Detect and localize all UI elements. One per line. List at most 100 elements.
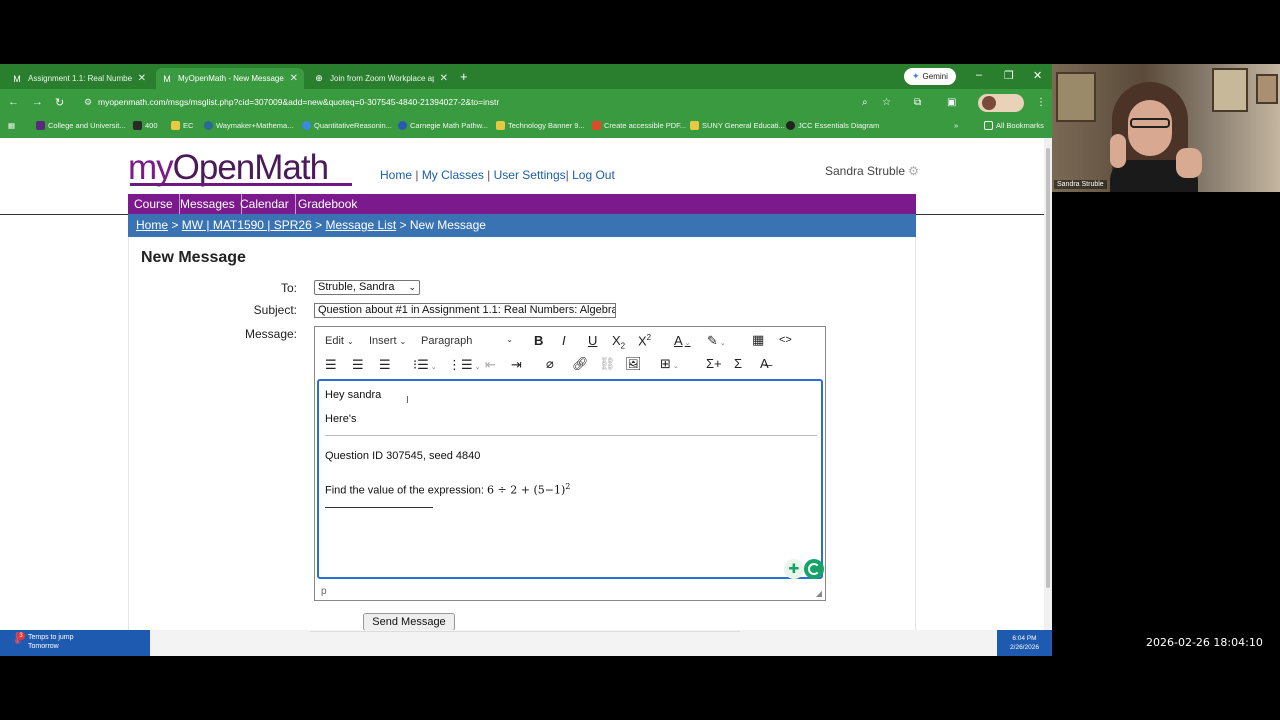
text-cursor-icon: I <box>406 395 409 406</box>
kebab-menu-icon[interactable]: ⋮ <box>1036 97 1046 108</box>
edit-menu[interactable]: Edit ⌄ <box>325 335 354 347</box>
nav-my-classes-link[interactable]: My Classes <box>422 168 484 182</box>
align-center-icon[interactable]: ☰ <box>352 357 364 373</box>
folder-icon <box>171 121 180 130</box>
gemini-button[interactable]: ✦ Gemini <box>904 68 956 85</box>
minimize-icon[interactable]: – <box>976 69 982 81</box>
underline-button[interactable]: U <box>588 333 597 348</box>
source-code-icon[interactable]: <> <box>779 334 792 346</box>
notification-badge: 3 <box>17 632 25 640</box>
myopenmath-logo[interactable]: myOpenMath <box>128 148 329 188</box>
bookmark-item[interactable]: Technology Banner 9... <box>496 121 585 130</box>
to-select[interactable]: Struble, Sandra ⌄ <box>314 280 420 295</box>
subscript-button[interactable]: X2 <box>612 333 625 351</box>
menu-course[interactable]: Course <box>128 194 180 214</box>
more-bookmarks-icon[interactable]: » <box>954 121 958 130</box>
outdent-icon[interactable]: ⇤ <box>485 357 496 373</box>
forward-icon[interactable]: → <box>32 96 43 108</box>
cast-icon[interactable]: ▣ <box>947 97 956 108</box>
user-menu[interactable]: Sandra Struble ⚙ <box>825 164 919 178</box>
link-icon[interactable]: 🔗︎ <box>572 356 589 372</box>
bold-button[interactable]: B <box>534 333 543 348</box>
strikethrough-a-icon[interactable]: A̶ <box>760 356 769 371</box>
gear-icon[interactable]: ⚙ <box>908 164 919 178</box>
special-character-icon[interactable]: ▦ <box>752 332 764 348</box>
bookmark-item[interactable]: 400 <box>133 121 158 130</box>
back-icon[interactable]: ← <box>8 96 19 108</box>
table-icon[interactable]: ⊞ ⌄ <box>660 356 679 372</box>
answer-blank <box>325 507 433 508</box>
close-icon[interactable]: ✕ <box>138 73 146 84</box>
message-body-textarea[interactable]: Hey sandra I Here's Question ID 307545, … <box>317 379 824 579</box>
unlink-icon[interactable]: ⛓︎ <box>599 356 616 372</box>
tab-zoom[interactable]: ⊕ Join from Zoom Workplace app - ✕ <box>308 68 454 89</box>
close-icon[interactable]: ✕ <box>440 73 448 84</box>
italic-button[interactable]: I <box>562 333 566 348</box>
math-exponent: 2 <box>565 482 571 491</box>
close-icon[interactable]: ✕ <box>290 73 298 84</box>
menu-gradebook[interactable]: Gradebook <box>292 194 363 214</box>
indent-icon[interactable]: ⇥ <box>511 357 522 373</box>
system-clock[interactable]: 6:04 PM 2/26/2026 <box>997 630 1052 656</box>
reload-icon[interactable]: ↻ <box>55 96 64 109</box>
bookmark-star-icon[interactable]: ☆ <box>882 97 891 108</box>
menu-calendar[interactable]: Calendar <box>234 194 296 214</box>
math-editor-icon[interactable]: Σ+ <box>706 356 722 371</box>
numbered-list-icon[interactable]: ⋮☰ ⌄ <box>448 357 481 373</box>
attachment-icon[interactable]: ⌀ <box>546 356 554 372</box>
close-window-icon[interactable]: ✕ <box>1033 69 1042 82</box>
image-icon[interactable]: 🖼︎ <box>625 356 642 372</box>
folder-icon <box>984 121 993 130</box>
address-bar-row: ← → ↻ ⚙ myopenmath.com/msgs/msglist.php?… <box>0 89 1052 116</box>
bookmark-item[interactable]: Create accessible PDF... <box>592 121 686 130</box>
picture-frame <box>1212 68 1248 112</box>
text-color-button[interactable]: A ⌄ <box>674 333 691 348</box>
grammarly-icon[interactable] <box>804 559 824 579</box>
superscript-button[interactable]: X2 <box>638 333 651 348</box>
extensions-icon[interactable]: ⧉ <box>914 97 921 108</box>
page-title: New Message <box>141 249 246 266</box>
nav-logout-link[interactable]: Log Out <box>572 168 615 182</box>
url-field[interactable]: ⚙ myopenmath.com/msgs/msglist.php?cid=30… <box>78 93 908 112</box>
grammarly-widget[interactable]: ✚ <box>784 559 824 579</box>
page-scrollbar[interactable] <box>1044 138 1052 630</box>
bookmark-item[interactable]: SUNY General Educati... <box>690 121 785 130</box>
bullet-list-icon[interactable]: ⁝☰ ⌄ <box>413 357 437 373</box>
weather-widget[interactable]: 🌡︎ 3 Temps to jump Tomorrow <box>0 630 150 656</box>
sum-icon[interactable]: Σ <box>734 356 742 371</box>
bookmark-item[interactable]: EC <box>171 121 193 130</box>
align-right-icon[interactable]: ☰ <box>379 357 391 373</box>
all-bookmarks-button[interactable]: All Bookmarks <box>984 121 1044 130</box>
bookmark-item[interactable]: QuantitativeReasonin... <box>302 121 392 130</box>
breadcrumb-home[interactable]: Home <box>136 218 168 232</box>
scrollbar-thumb[interactable] <box>1046 148 1050 588</box>
tab-new-message[interactable]: M MyOpenMath - New Message ✕ <box>156 68 304 89</box>
subject-input[interactable]: Question about #1 in Assignment 1.1: Rea… <box>314 303 616 318</box>
person-hand <box>1110 134 1126 168</box>
bookmark-item[interactable]: Waymaker+Mathema... <box>204 121 293 130</box>
align-left-icon[interactable]: ☰ <box>325 357 337 373</box>
nav-user-settings-link[interactable]: User Settings <box>494 168 566 182</box>
tab-assignment[interactable]: M Assignment 1.1: Real Numbers: Al ✕ <box>6 68 152 89</box>
highlight-color-button[interactable]: ✎ ⌄ <box>707 333 726 349</box>
main-content: New Message To: Struble, Sandra ⌄ Subjec… <box>128 237 916 630</box>
send-message-button[interactable]: Send Message <box>363 613 455 630</box>
breadcrumb-course[interactable]: MW | MAT1590 | SPR26 <box>182 218 312 232</box>
menu-messages[interactable]: Messages <box>174 194 242 214</box>
zoom-icon[interactable]: ⌕ <box>862 97 868 108</box>
new-tab-button[interactable]: + <box>460 69 468 84</box>
bookmark-item[interactable]: JCC Essentials Diagram <box>786 121 879 130</box>
apps-icon[interactable]: ▦ <box>8 121 15 130</box>
bookmark-item[interactable]: College and Universit... <box>36 121 126 130</box>
breadcrumb-message-list[interactable]: Message List <box>325 218 396 232</box>
nav-home-link[interactable]: Home <box>380 168 412 182</box>
resize-handle-icon[interactable]: ◢ <box>816 589 822 598</box>
site-info-icon[interactable]: ⚙ <box>84 93 92 112</box>
lightbulb-icon[interactable]: ✚ <box>784 559 804 579</box>
profile-avatar[interactable] <box>978 94 1024 112</box>
insert-menu[interactable]: Insert ⌄ <box>369 335 406 347</box>
bookmark-favicon <box>398 121 407 130</box>
block-format-select[interactable]: Paragraph ⌄ <box>421 335 513 347</box>
bookmark-item[interactable]: Carnegie Math Pathw... <box>398 121 488 130</box>
restore-icon[interactable]: ❐ <box>1004 69 1014 82</box>
